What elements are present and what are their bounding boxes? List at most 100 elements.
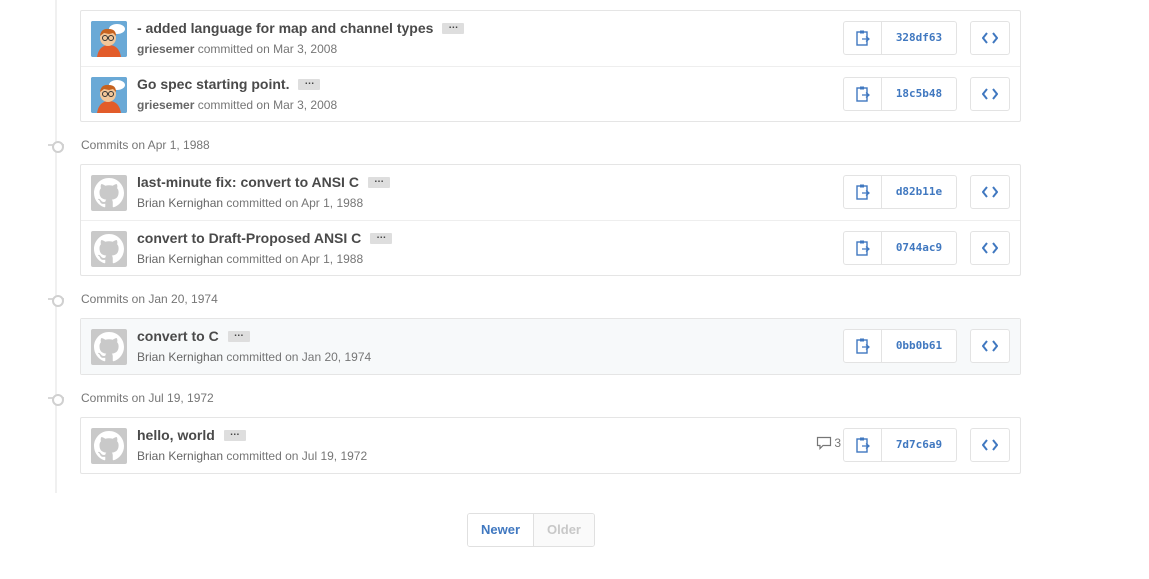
expand-ellipsis-button[interactable]: … xyxy=(227,328,250,342)
comment-count: 3 xyxy=(834,436,841,450)
commit-message[interactable]: - added language for map and channel typ… xyxy=(137,20,433,36)
clipboard-icon xyxy=(855,86,870,102)
commit-message[interactable]: hello, world xyxy=(137,427,215,443)
commit-group-date: Commits on Jul 19, 1972 xyxy=(81,391,214,405)
clipboard-icon xyxy=(855,184,870,200)
commit-meta: Brian Kernighan committed on Apr 1, 1988 xyxy=(137,252,363,266)
code-icon xyxy=(982,32,998,44)
commit-date: committed on Mar 3, 2008 xyxy=(197,42,338,56)
code-icon xyxy=(982,242,998,254)
github-octocat-icon xyxy=(94,178,124,208)
commit-row: - added language for map and channel typ… xyxy=(81,11,1020,66)
commit-group-date: Commits on Jan 20, 1974 xyxy=(81,292,218,306)
browse-repo-button[interactable] xyxy=(970,175,1010,209)
avatar[interactable] xyxy=(91,428,127,464)
clipboard-icon xyxy=(855,240,870,256)
commit-sha-link[interactable]: 0744ac9 xyxy=(882,232,956,264)
commit-message[interactable]: last-minute fix: convert to ANSI C xyxy=(137,174,359,190)
commit-date: committed on Mar 3, 2008 xyxy=(197,98,338,112)
commit-row: Go spec starting point. … griesemer comm… xyxy=(81,66,1020,121)
avatar[interactable] xyxy=(91,329,127,365)
sha-button-group: 0bb0b61 xyxy=(843,329,957,363)
copy-sha-button[interactable] xyxy=(844,429,882,461)
commit-author[interactable]: griesemer xyxy=(137,98,194,112)
commit-list: hello, world … Brian Kernighan committed… xyxy=(80,417,1021,474)
commit-row: convert to Draft-Proposed ANSI C … Brian… xyxy=(81,220,1020,275)
sha-button-group: 328df63 xyxy=(843,21,957,55)
browse-repo-button[interactable] xyxy=(970,231,1010,265)
copy-sha-button[interactable] xyxy=(844,78,882,110)
commit-author: Brian Kernighan xyxy=(137,252,224,266)
comment-icon xyxy=(817,436,832,450)
commit-sha-link[interactable]: d82b11e xyxy=(882,176,956,208)
commit-sha-link[interactable]: 0bb0b61 xyxy=(882,330,956,362)
code-icon xyxy=(982,439,998,451)
avatar[interactable] xyxy=(91,21,127,57)
copy-sha-button[interactable] xyxy=(844,176,882,208)
commit-row: last-minute fix: convert to ANSI C … Bri… xyxy=(81,165,1020,220)
sha-button-group: 7d7c6a9 xyxy=(843,428,957,462)
commit-sha-link[interactable]: 328df63 xyxy=(882,22,956,54)
browse-repo-button[interactable] xyxy=(970,77,1010,111)
commit-message[interactable]: convert to Draft-Proposed ANSI C xyxy=(137,230,361,246)
sha-button-group: d82b11e xyxy=(843,175,957,209)
older-button: Older xyxy=(534,514,594,546)
commit-list: - added language for map and channel typ… xyxy=(80,10,1021,122)
commit-row: hello, world … Brian Kernighan committed… xyxy=(81,418,1020,473)
commit-group-header: Commits on Jan 20, 1974 xyxy=(48,289,218,309)
clipboard-icon xyxy=(855,30,870,46)
commit-meta: Brian Kernighan committed on Jan 20, 197… xyxy=(137,350,371,364)
timeline-node-icon xyxy=(48,294,64,307)
sha-button-group: 0744ac9 xyxy=(843,231,957,265)
commit-author[interactable]: griesemer xyxy=(137,42,194,56)
expand-ellipsis-button[interactable]: … xyxy=(298,76,321,90)
code-icon xyxy=(982,340,998,352)
browse-repo-button[interactable] xyxy=(970,21,1010,55)
code-icon xyxy=(982,88,998,100)
commit-date: committed on Apr 1, 1988 xyxy=(226,252,364,266)
expand-ellipsis-button[interactable]: … xyxy=(370,230,393,244)
commit-meta: griesemer committed on Mar 3, 2008 xyxy=(137,42,337,56)
browse-repo-button[interactable] xyxy=(970,329,1010,363)
sha-button-group: 18c5b48 xyxy=(843,77,957,111)
commit-meta: griesemer committed on Mar 3, 2008 xyxy=(137,98,337,112)
github-octocat-icon xyxy=(94,431,124,461)
commit-group-header: Commits on Apr 1, 1988 xyxy=(48,135,210,155)
commit-group-header: Commits on Jul 19, 1972 xyxy=(48,388,214,408)
copy-sha-button[interactable] xyxy=(844,22,882,54)
expand-ellipsis-button[interactable]: … xyxy=(442,20,465,34)
pagination: Newer Older xyxy=(467,513,595,547)
expand-ellipsis-button[interactable]: … xyxy=(223,427,246,441)
commit-date: committed on Jul 19, 1972 xyxy=(226,449,368,463)
timeline-line xyxy=(55,0,57,493)
commit-row: convert to C … Brian Kernighan committed… xyxy=(81,319,1020,374)
commit-list: last-minute fix: convert to ANSI C … Bri… xyxy=(80,164,1021,276)
commit-meta: Brian Kernighan committed on Jul 19, 197… xyxy=(137,449,367,463)
avatar[interactable] xyxy=(91,175,127,211)
commit-sha-link[interactable]: 18c5b48 xyxy=(882,78,956,110)
commit-meta: Brian Kernighan committed on Apr 1, 1988 xyxy=(137,196,363,210)
commit-sha-link[interactable]: 7d7c6a9 xyxy=(882,429,956,461)
github-octocat-icon xyxy=(94,332,124,362)
code-icon xyxy=(982,186,998,198)
commit-date: committed on Apr 1, 1988 xyxy=(226,196,364,210)
avatar[interactable] xyxy=(91,231,127,267)
github-octocat-icon xyxy=(94,234,124,264)
copy-sha-button[interactable] xyxy=(844,232,882,264)
commit-date: committed on Jan 20, 1974 xyxy=(226,350,372,364)
clipboard-icon xyxy=(855,338,870,354)
commit-list: convert to C … Brian Kernighan committed… xyxy=(80,318,1021,375)
commit-author: Brian Kernighan xyxy=(137,196,224,210)
avatar[interactable] xyxy=(91,77,127,113)
commit-message[interactable]: convert to C xyxy=(137,328,219,344)
timeline-node-icon xyxy=(48,393,64,406)
browse-repo-button[interactable] xyxy=(970,428,1010,462)
commit-message[interactable]: Go spec starting point. xyxy=(137,76,289,92)
commit-author: Brian Kernighan xyxy=(137,449,224,463)
copy-sha-button[interactable] xyxy=(844,330,882,362)
expand-ellipsis-button[interactable]: … xyxy=(367,174,390,188)
commit-group-date: Commits on Apr 1, 1988 xyxy=(81,138,210,152)
comment-count-link[interactable]: 3 xyxy=(816,436,841,450)
newer-button[interactable]: Newer xyxy=(468,514,535,546)
clipboard-icon xyxy=(855,437,870,453)
